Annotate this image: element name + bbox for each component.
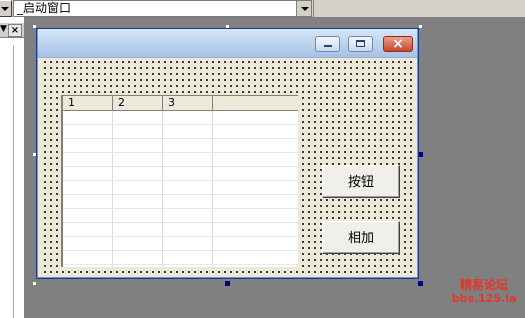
resize-handle-right[interactable] (418, 152, 423, 157)
design-form-window[interactable]: × 1 2 3 按钮 相加 (37, 29, 418, 278)
top-toolbar: _启动窗口 (0, 0, 525, 17)
grid-rows[interactable] (63, 111, 298, 267)
left-panel-header: ▼ × (0, 23, 24, 38)
window-selector-combo[interactable]: _启动窗口 (13, 0, 312, 17)
form-client-area[interactable]: 1 2 3 按钮 相加 (41, 58, 414, 274)
watermark-title: 精易论坛 (459, 278, 508, 292)
toolbar-right-panel (313, 0, 525, 17)
close-button[interactable]: × (383, 36, 413, 52)
form-titlebar[interactable]: × (38, 29, 417, 58)
resize-handle-bottom-left[interactable] (32, 281, 37, 286)
button-add[interactable]: 相加 (322, 221, 400, 254)
left-dropdown-button[interactable] (0, 0, 12, 17)
watermark-url: bbs.125.la (451, 292, 517, 305)
grid-column-header-3[interactable]: 3 (163, 96, 213, 111)
resize-handle-bottom[interactable] (225, 281, 230, 286)
grid-column-header-4[interactable] (213, 96, 298, 111)
grid-column-header-2[interactable]: 2 (113, 96, 163, 111)
chevron-down-icon[interactable] (296, 1, 311, 16)
left-panel-scroll[interactable] (5, 45, 14, 318)
left-panel: ▼ × (0, 17, 24, 318)
maximize-icon (356, 40, 365, 47)
grid-header: 1 2 3 (63, 96, 298, 111)
grid-column-header-1[interactable]: 1 (63, 96, 113, 111)
button-anniu[interactable]: 按钮 (322, 165, 400, 198)
watermark-logo: 精易论坛 bbs.125.la (449, 278, 519, 306)
resize-handle-bottom-right[interactable] (418, 281, 423, 286)
resize-handle-top-right[interactable] (418, 24, 423, 29)
data-grid[interactable]: 1 2 3 (61, 95, 298, 267)
window-selector-value: _启动窗口 (17, 1, 72, 15)
minimize-button[interactable] (315, 36, 340, 52)
pin-icon[interactable]: ▼ (0, 24, 7, 35)
minimize-icon (324, 45, 332, 47)
close-icon[interactable]: × (8, 24, 22, 37)
close-icon: × (392, 36, 404, 52)
maximize-button[interactable] (348, 36, 373, 52)
